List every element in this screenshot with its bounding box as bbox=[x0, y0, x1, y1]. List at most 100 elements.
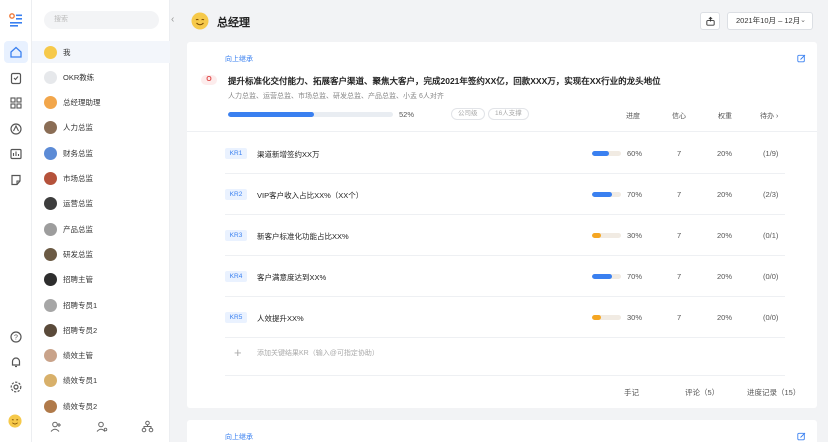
key-result-row[interactable]: KR3 新客户标准化功能占比XX% 30% 7 20% (0/1) bbox=[187, 216, 817, 256]
chart-icon[interactable] bbox=[9, 147, 23, 161]
member-item[interactable]: 财务总监 bbox=[32, 142, 170, 164]
export-button[interactable] bbox=[700, 12, 720, 30]
kr-todo[interactable]: (0/0) bbox=[763, 313, 778, 322]
user-settings-icon[interactable] bbox=[95, 420, 108, 435]
objective-alignment: 人力总监、运营总监、市场总监、研发总监、产品总监、小孟 6人对齐 bbox=[228, 93, 444, 100]
avatar bbox=[44, 222, 57, 236]
note-icon[interactable] bbox=[9, 173, 23, 187]
kr-todo[interactable]: (0/1) bbox=[763, 231, 778, 240]
member-item[interactable]: OKR教练 bbox=[32, 66, 170, 88]
home-icon[interactable] bbox=[4, 41, 28, 63]
inherit-upward-link[interactable]: 向上继承 bbox=[225, 54, 253, 64]
objective-progress-bar bbox=[228, 112, 393, 117]
member-item[interactable]: 人力总监 bbox=[32, 117, 170, 139]
kr-todo[interactable]: (0/0) bbox=[763, 272, 778, 281]
kr-confidence[interactable]: 7 bbox=[677, 190, 681, 199]
smiley-avatar-icon bbox=[191, 12, 209, 30]
key-result-row[interactable]: KR1 渠道新增签约XX万 60% 7 20% (1/9) bbox=[187, 134, 817, 174]
kr-progress-bar bbox=[592, 151, 621, 156]
kr-progress-value: 60% bbox=[627, 149, 643, 158]
kr-badge: KR4 bbox=[225, 271, 247, 282]
divider bbox=[187, 131, 817, 132]
member-item[interactable]: 市场总监 bbox=[32, 168, 170, 190]
comments-tab[interactable]: 评论（5） bbox=[685, 387, 719, 398]
column-todo[interactable]: 待办 › bbox=[760, 111, 778, 121]
objective-progress-value: 52% bbox=[399, 110, 415, 119]
kr-confidence[interactable]: 7 bbox=[677, 272, 681, 281]
avatar bbox=[44, 96, 57, 110]
member-name: 招聘主管 bbox=[63, 275, 93, 285]
clipboard-icon[interactable] bbox=[9, 71, 23, 85]
key-result-row[interactable]: KR4 客户满意度达到XX% 70% 7 20% (0/0) bbox=[187, 257, 817, 297]
member-item[interactable]: 绩效专员1 bbox=[32, 370, 170, 392]
org-chart-icon[interactable] bbox=[141, 420, 154, 435]
member-name: 总经理助理 bbox=[63, 98, 101, 108]
settings-icon[interactable] bbox=[9, 380, 23, 394]
column-weight: 权重 bbox=[718, 113, 732, 120]
member-item[interactable]: 产品总监 bbox=[32, 218, 170, 240]
member-name: 财务总监 bbox=[63, 148, 93, 158]
member-item[interactable]: 总经理助理 bbox=[32, 92, 170, 114]
member-name: 人力总监 bbox=[63, 123, 93, 133]
member-item[interactable]: 招聘专员2 bbox=[32, 319, 170, 341]
notes-tab[interactable]: 手记 bbox=[624, 387, 639, 398]
member-name: 产品总监 bbox=[63, 224, 93, 234]
avatar bbox=[44, 298, 57, 312]
divider bbox=[225, 173, 785, 174]
avatar bbox=[44, 399, 57, 413]
kr-todo[interactable]: (2/3) bbox=[763, 190, 778, 199]
inherit-upward-link[interactable]: 向上继承 bbox=[225, 432, 253, 442]
avatar bbox=[44, 323, 57, 337]
kr-badge: KR1 bbox=[225, 148, 247, 159]
member-item[interactable]: 我 bbox=[32, 41, 170, 63]
kr-progress-bar bbox=[592, 192, 621, 197]
kr-badge: KR3 bbox=[225, 230, 247, 241]
kr-confidence[interactable]: 7 bbox=[677, 313, 681, 322]
kr-todo[interactable]: (1/9) bbox=[763, 149, 778, 158]
date-range-select[interactable]: 2021年10月 – 12月 ⌄ bbox=[727, 12, 813, 30]
kr-progress-value: 30% bbox=[627, 231, 643, 240]
key-result-row[interactable]: KR5 人效提升XX% 30% 7 20% (0/0) bbox=[187, 298, 817, 338]
icon-rail: ? bbox=[0, 0, 32, 442]
member-search-input[interactable]: 搜索 bbox=[44, 11, 159, 29]
member-item[interactable]: 研发总监 bbox=[32, 243, 170, 265]
objective-badge: O bbox=[201, 75, 217, 85]
target-icon[interactable] bbox=[9, 122, 23, 136]
kr-title[interactable]: 客户满意度达到XX% bbox=[257, 272, 326, 283]
grid-icon[interactable] bbox=[9, 96, 23, 110]
bell-icon[interactable] bbox=[9, 355, 23, 369]
user-avatar-icon[interactable] bbox=[8, 414, 24, 430]
export-icon bbox=[705, 16, 715, 26]
add-user-icon[interactable] bbox=[49, 420, 62, 435]
member-item[interactable]: 招聘专员1 bbox=[32, 294, 170, 316]
objective-title[interactable]: 提升标准化交付能力、拓展客户渠道、聚焦大客户，完成2021年签约XX亿，回款XX… bbox=[228, 75, 661, 87]
objective-card: 向上继承 O 提升标准化交付能力、拓展客户渠道、聚焦大客户，完成2021年签约X… bbox=[187, 42, 817, 408]
member-item[interactable]: 绩效专员2 bbox=[32, 395, 170, 417]
column-confidence: 信心 bbox=[672, 113, 686, 120]
edit-icon[interactable] bbox=[797, 432, 806, 441]
edit-icon[interactable] bbox=[797, 54, 806, 63]
kr-title[interactable]: VIP客户收入占比XX%（XX个） bbox=[257, 190, 363, 201]
kr-confidence[interactable]: 7 bbox=[677, 231, 681, 240]
kr-title[interactable]: 渠道新增签约XX万 bbox=[257, 149, 320, 160]
chevron-down-icon: ⌄ bbox=[800, 17, 806, 24]
panel-bottom-actions bbox=[32, 415, 170, 439]
member-item[interactable]: 绩效主管 bbox=[32, 345, 170, 367]
date-range-value: 2021年10月 – 12月 bbox=[736, 16, 801, 25]
kr-title[interactable]: 人效提升XX% bbox=[257, 313, 304, 324]
member-item[interactable]: 运营总监 bbox=[32, 193, 170, 215]
add-key-result-input[interactable]: 添加关键结果KR（输入@可指定协助） bbox=[257, 348, 379, 358]
kr-progress-fill bbox=[592, 315, 601, 320]
member-item[interactable]: 招聘主管 bbox=[32, 269, 170, 291]
kr-weight: 20% bbox=[717, 313, 733, 322]
avatar bbox=[44, 45, 57, 59]
add-icon[interactable]: + bbox=[234, 345, 242, 360]
avatar bbox=[44, 146, 57, 160]
kr-confidence[interactable]: 7 bbox=[677, 149, 681, 158]
help-icon[interactable]: ? bbox=[9, 330, 23, 344]
progress-records-tab[interactable]: 进度记录（15） bbox=[747, 387, 800, 398]
key-result-row[interactable]: KR2 VIP客户收入占比XX%（XX个） 70% 7 20% (2/3) bbox=[187, 175, 817, 215]
column-todo-label: 待办 bbox=[760, 113, 774, 120]
kr-title[interactable]: 新客户标准化功能占比XX% bbox=[257, 231, 349, 242]
member-panel: 搜索 ‹ 我 OKR教练 总经理助理 人力总监 财务总监 市场总监 运营总监 产品总监 研发总监… bbox=[32, 0, 174, 442]
